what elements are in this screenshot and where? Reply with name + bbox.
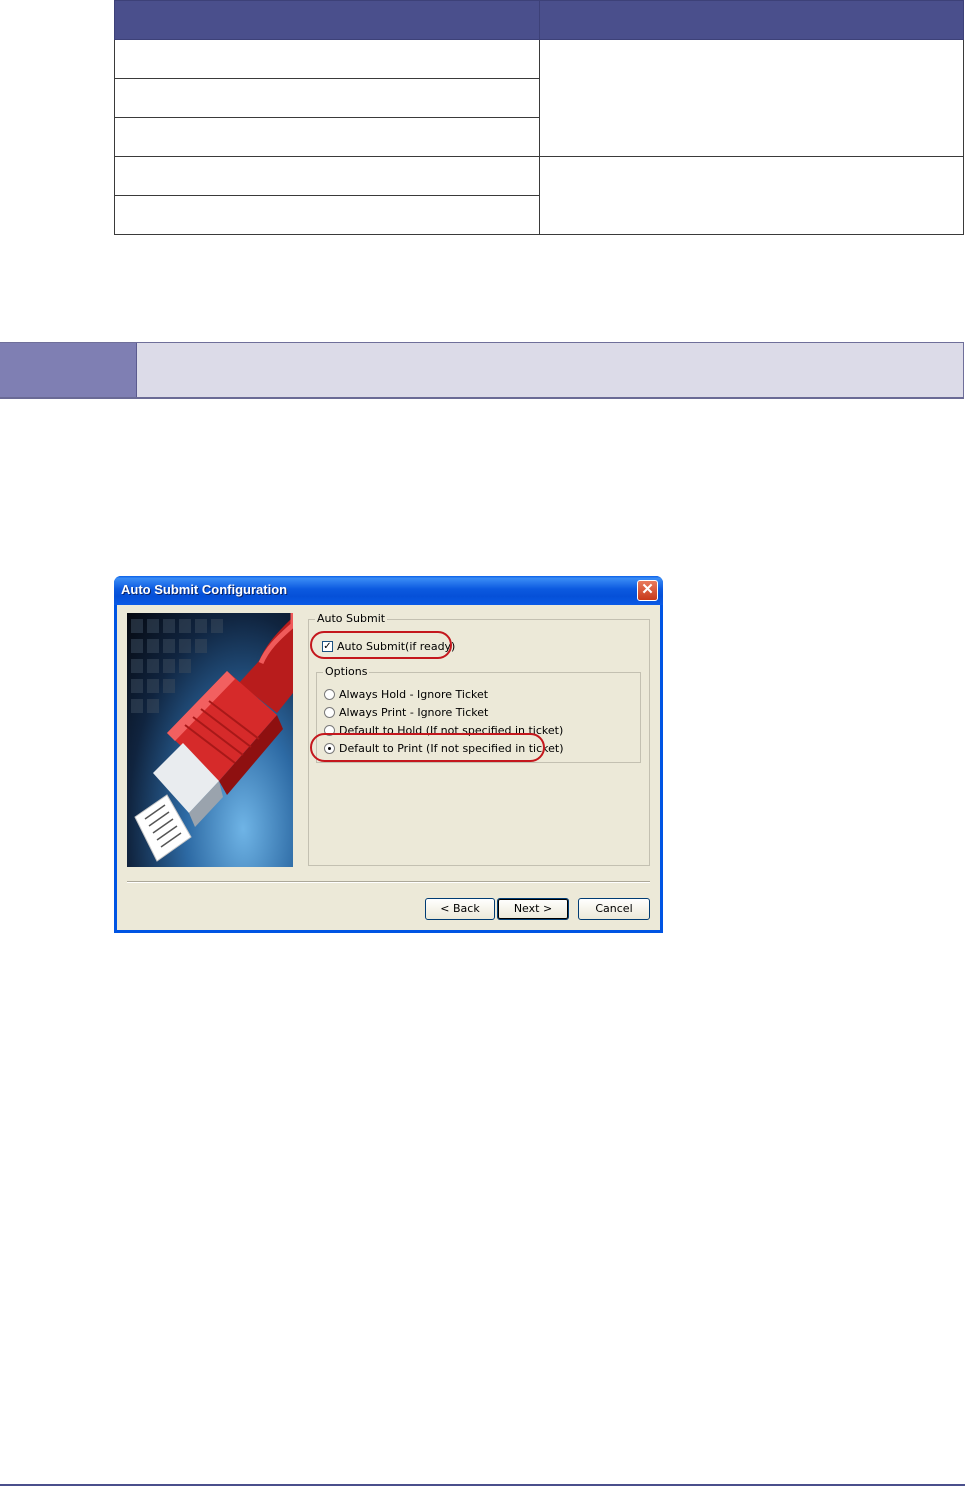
- radio-icon[interactable]: [324, 706, 335, 718]
- table-header-row: [114, 0, 964, 40]
- option-label: Always Print - Ignore Ticket: [339, 705, 489, 719]
- section-heading-bar: [0, 342, 964, 399]
- network-cable-illustration: [127, 613, 293, 867]
- next-button[interactable]: Next >: [497, 898, 569, 920]
- table-cell-merged: [539, 156, 964, 235]
- auto-submit-group-label: Auto Submit: [315, 612, 388, 625]
- button-area-divider: [127, 881, 650, 883]
- cable-art-svg: [131, 613, 293, 862]
- close-icon[interactable]: ✕: [637, 580, 658, 601]
- highlight-oval-auto-submit: [310, 631, 452, 659]
- table-cell-merged: [539, 39, 964, 157]
- section-title-area: [137, 343, 964, 397]
- dialog-titlebar[interactable]: Auto Submit Configuration ✕: [114, 576, 663, 605]
- options-group-label: Options: [323, 665, 370, 678]
- table-cell: [114, 195, 540, 235]
- dialog-title: Auto Submit Configuration: [121, 582, 288, 597]
- table-cell: [114, 39, 540, 79]
- option-label: Always Hold - Ignore Ticket: [339, 687, 489, 701]
- auto-submit-dialog: Auto Submit Configuration ✕ Auto Submit …: [114, 576, 663, 933]
- highlight-oval-default-print: [310, 733, 545, 762]
- table-row: [114, 39, 964, 157]
- page-footer-rule: [0, 1484, 965, 1486]
- table-row: [114, 156, 964, 235]
- document-table: [114, 0, 964, 235]
- cancel-button[interactable]: Cancel: [578, 898, 650, 920]
- table-header-cell: [539, 0, 964, 40]
- back-button[interactable]: < Back: [425, 898, 495, 920]
- section-number-tab: [0, 343, 136, 397]
- table-header-cell: [114, 0, 540, 40]
- table-cell: [114, 78, 540, 118]
- dialog-client-area: Auto Submit ✓ Auto Submit(if ready) Opti…: [117, 605, 660, 930]
- table-cell: [114, 117, 540, 157]
- table-cell: [114, 156, 540, 196]
- radio-icon[interactable]: [324, 688, 335, 700]
- option-always-print[interactable]: Always Print - Ignore Ticket: [324, 705, 488, 719]
- option-always-hold[interactable]: Always Hold - Ignore Ticket: [324, 687, 488, 701]
